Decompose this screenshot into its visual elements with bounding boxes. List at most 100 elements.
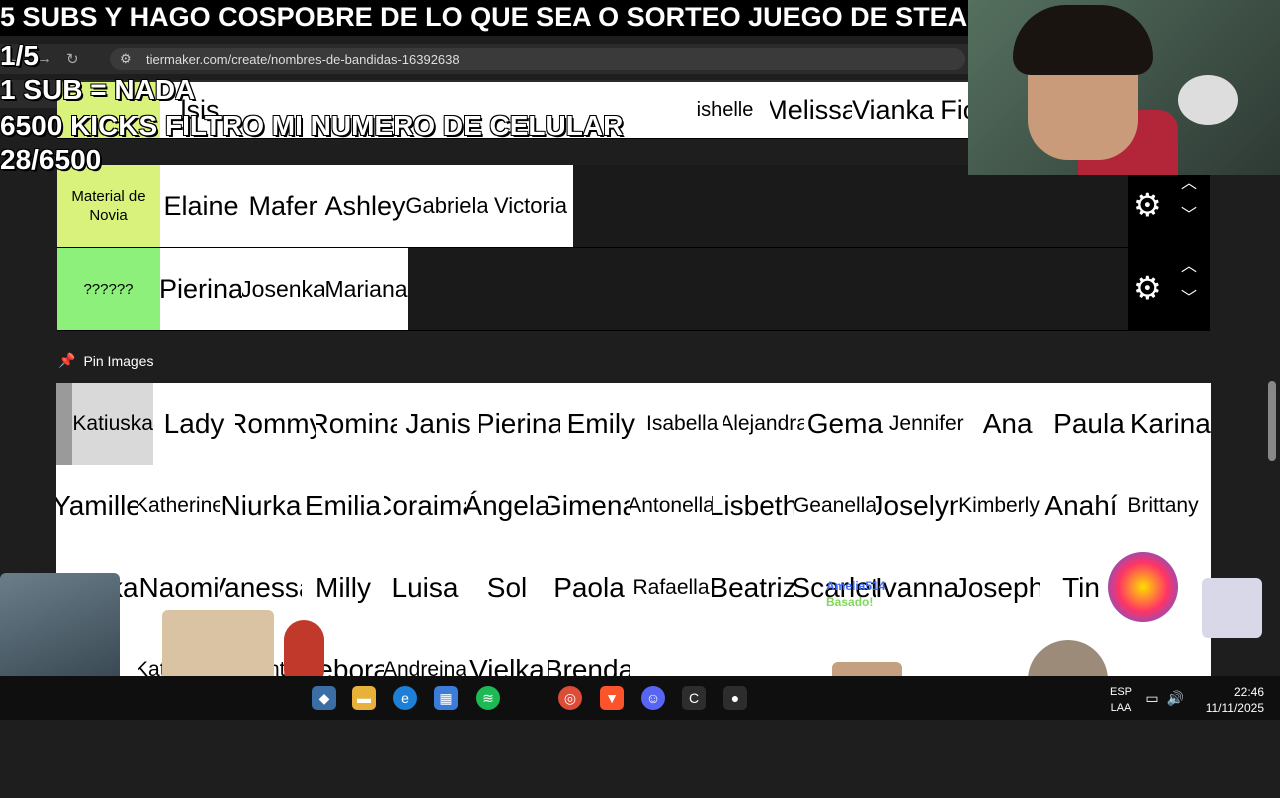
tier-controls: ⚙ ︿ ﹀ [1128,248,1210,330]
name-tile[interactable]: Joselyn [876,465,958,547]
language-indicator[interactable]: ESP LAA [1110,684,1132,716]
name-tile[interactable]: Katherine [138,465,220,547]
chevron-up-icon[interactable]: ︿ [1180,175,1198,193]
pool-row: KatiuskaLadyRommyRominaJanisPierinaEmily… [56,383,1211,465]
network-icon[interactable]: ▭ [1145,690,1158,707]
name-tile[interactable]: Ana [967,383,1048,465]
name-tile[interactable]: Mafer [242,165,324,247]
name-tile[interactable]: Paola [548,547,630,629]
pin-icon: 📌 [58,352,76,368]
chevron-up-icon[interactable]: ︿ [1180,258,1198,276]
name-tile[interactable]: Ashley [324,165,406,247]
reload-icon[interactable]: ↻ [66,50,79,68]
name-tile[interactable]: Vianka [852,82,934,138]
name-tile[interactable]: Yamille [56,465,138,547]
name-tile[interactable]: Beatriz [712,547,794,629]
name-tile[interactable]: Gema [804,383,885,465]
banner-text: 5 SUBS Y HAGO COSPOBRE DE LO QUE SEA O S… [0,2,1119,32]
kicks-count: 28/6500 [0,144,102,175]
tier-items: Pierina Josenka Mariana [160,248,408,330]
name-tile[interactable]: Ivanna [876,547,958,629]
chevron-down-icon[interactable]: ﹀ [1180,290,1198,308]
gear-icon[interactable]: ⚙ [1133,270,1162,306]
kicks-goal: 6500 KICKS FILTRO MI NUMERO DE CELULAR [0,110,624,141]
name-tile[interactable]: Milly [302,547,384,629]
clown-sticker [1108,552,1178,622]
spotify-icon[interactable]: ≋ [476,686,500,710]
forward-icon[interactable]: → [37,50,52,68]
subs-count: 1/5 [0,40,39,71]
edge-icon[interactable]: e [393,686,417,710]
name-tile[interactable]: Kimberly [958,465,1040,547]
name-tile[interactable]: Emily [560,383,641,465]
name-tile[interactable]: Geanella [794,465,876,547]
language-layout: LAA [1110,702,1132,714]
name-tile[interactable]: Jennifer [886,383,967,465]
name-tile[interactable]: Melissa [770,82,852,138]
ccleaner-icon[interactable]: C [682,686,706,710]
name-tile[interactable]: Pierina [160,248,242,330]
tiermaker-page: lsis ishelle Melissa Vianka Fiorel Mater… [0,82,1280,798]
name-tile[interactable]: Sol [466,547,548,629]
name-tile[interactable]: Janis [397,383,478,465]
taskbar-clock[interactable]: 22:46 11/11/2025 [1206,684,1264,716]
name-tile[interactable]: Pierina [479,383,560,465]
gear-icon[interactable]: ⚙ [1133,187,1162,223]
webcam-hair [1013,5,1153,75]
chevron-down-icon[interactable]: ﹀ [1180,207,1198,225]
pin-images-toggle[interactable]: 📌 Pin Images [58,352,153,369]
name-tile[interactable]: Brittany [1122,465,1204,547]
name-tile[interactable]: Luisa [384,547,466,629]
clock-time: 22:46 [1233,685,1264,699]
name-tile[interactable]: Mariana [324,248,408,330]
name-tile[interactable]: Alejandra [723,383,804,465]
name-tile[interactable]: Elaine [160,165,242,247]
pool-row: YamilleKatherineNiurkaEmiliaCoraimaÁngel… [56,465,1211,547]
tier-label[interactable]: Material de Novia [57,165,160,247]
streamer-webcam [968,0,1280,175]
language-code: ESP [1109,686,1132,698]
name-tile[interactable]: Victoria [488,165,573,247]
name-tile[interactable]: Joseph [958,547,1040,629]
brave-icon[interactable]: ▼ [600,686,624,710]
obs-icon[interactable]: ● [723,686,747,710]
clock-date: 11/11/2025 [1205,701,1264,715]
chrome-icon[interactable]: ◎ [558,686,582,710]
windows-taskbar: ◆ ▬ e ▦ ≋ ◎ ▼ ☺ C ● ESP LAA ▭ 🔊 22:46 11… [0,676,1280,720]
name-tile[interactable]: Isabella [642,383,723,465]
name-tile[interactable]: Gimena [548,465,630,547]
name-tile[interactable]: Emilia [302,465,384,547]
system-tray: ▭ 🔊 [1145,690,1184,707]
follow-alert: Amelia514 Basado! [826,578,885,610]
name-tile[interactable]: Lady [153,383,234,465]
copilot-icon[interactable]: ◆ [312,686,336,710]
name-tile[interactable]: Coraima [384,465,466,547]
name-tile[interactable]: Ángela [466,465,548,547]
scrollbar-thumb[interactable] [1268,381,1276,461]
name-tile[interactable]: Antonella [630,465,712,547]
name-tile[interactable]: Karina [1130,383,1211,465]
name-tile[interactable]: ishelle [680,82,770,138]
name-tile[interactable]: Romina [316,383,397,465]
discord-icon[interactable]: ☺ [641,686,665,710]
tier-label[interactable]: ?????? [57,248,160,330]
name-tile[interactable]: Rafaella [630,547,712,629]
name-tile[interactable]: Paula [1048,383,1129,465]
name-tile[interactable]: Josenka [242,248,324,330]
name-tile[interactable]: Lisbeth [712,465,794,547]
name-tile[interactable]: Niurka [220,465,302,547]
tier-row-material-de-novia: Material de Novia Elaine Mafer Ashley Ga… [57,165,1210,248]
alert-subtext: Basado! [826,595,874,609]
cat-plush-sticker [1202,578,1262,638]
sub-rule: 1 SUB = NADA [0,74,196,105]
file-explorer-icon[interactable]: ▬ [352,686,376,710]
site-info-icon[interactable]: ⚙ [120,51,132,67]
name-tile[interactable]: Rommy [235,383,316,465]
name-tile[interactable]: Anahí [1040,465,1122,547]
address-bar[interactable]: ⚙ tiermaker.com/create/nombres-de-bandid… [110,48,965,70]
alert-name: Amelia514 [826,579,886,593]
name-tile[interactable]: Katiuska [56,383,154,465]
name-tile[interactable]: Gabriela [406,165,488,247]
store-icon[interactable]: ▦ [434,686,458,710]
volume-icon[interactable]: 🔊 [1167,690,1184,707]
